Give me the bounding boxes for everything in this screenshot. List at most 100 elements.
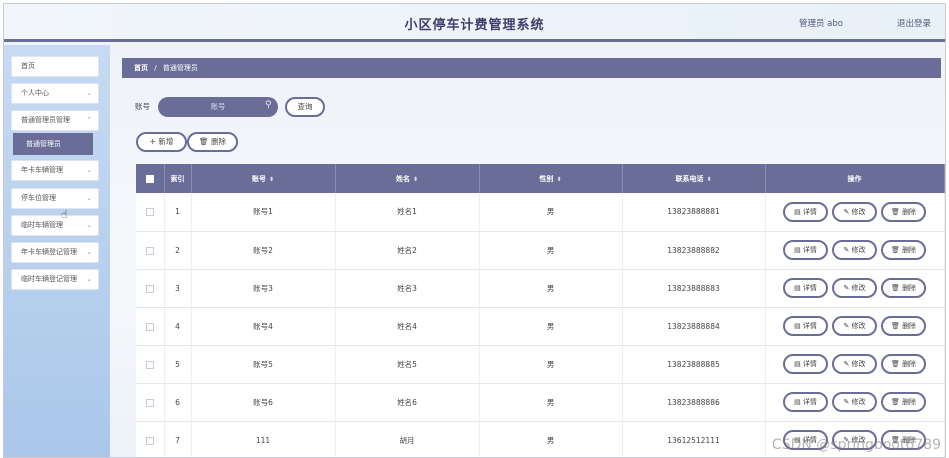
table-row: 2 账号2 姓名2 男 13823888882 ▤ 详情 ✎ 修改 🗑 删除 bbox=[136, 231, 945, 270]
cell-gender: 男 bbox=[479, 307, 623, 346]
pencil-icon: ✎ bbox=[843, 284, 850, 292]
row-checkbox[interactable] bbox=[136, 231, 165, 270]
chevron-down-icon: ⌄ bbox=[86, 248, 92, 256]
cell-account: 账号5 bbox=[191, 345, 336, 384]
edit-button[interactable]: ✎ 修改 bbox=[832, 316, 877, 336]
column-header-phone[interactable]: 联系电话 ⬍ bbox=[622, 164, 766, 193]
edit-label: 修改 bbox=[851, 284, 866, 292]
top-header: 小区停车计费管理系统 管理员 abo 退出登录 bbox=[4, 4, 945, 42]
row-checkbox[interactable] bbox=[136, 345, 165, 384]
sidebar-item-annual-vehicles[interactable]: 年卡车辆管理 ⌄ bbox=[11, 160, 99, 181]
sidebar-item-temp-registration[interactable]: 临时车辆登记管理 ⌄ bbox=[11, 269, 99, 290]
cell-account: 账号1 bbox=[191, 193, 336, 232]
trash-icon: 🗑 bbox=[890, 284, 900, 292]
sort-icon: ⬍ bbox=[706, 175, 712, 183]
sidebar-item-label: 停车位管理 bbox=[21, 194, 56, 202]
column-label: 姓名 bbox=[395, 174, 410, 183]
add-button[interactable]: + 新增 bbox=[136, 132, 187, 152]
detail-button[interactable]: ▤ 详情 bbox=[783, 316, 828, 336]
edit-button[interactable]: ✎ 修改 bbox=[832, 201, 877, 222]
sidebar-item-parking-spaces[interactable]: 停车位管理 ⌄ bbox=[11, 188, 99, 209]
cell-name: 姓名6 bbox=[335, 383, 480, 422]
search-button[interactable]: 查询 bbox=[285, 97, 325, 117]
edit-button[interactable]: ✎ 修改 bbox=[832, 392, 877, 412]
delete-label: 删除 bbox=[902, 284, 917, 292]
delete-button[interactable]: 🗑 删除 bbox=[881, 354, 926, 374]
sidebar: 首页 个人中心 ⌄ 普通管理员管理 ⌃ 普通管理员 年卡车辆管理 ⌄ 停车位管理 ⌄ 临… bbox=[4, 45, 110, 457]
row-checkbox[interactable] bbox=[136, 193, 165, 232]
chevron-down-icon: ⌄ bbox=[86, 194, 92, 202]
pencil-icon: ✎ bbox=[843, 246, 850, 254]
table-row: 4 账号4 姓名4 男 13823888884 ▤ 详情 ✎ 修改 🗑 删除 bbox=[136, 307, 945, 346]
app-window: 小区停车计费管理系统 管理员 abo 退出登录 首页 个人中心 ⌄ 普通管理员管理… bbox=[3, 3, 946, 458]
delete-button[interactable]: 🗑 删除 bbox=[881, 278, 926, 298]
edit-button[interactable]: ✎ 修改 bbox=[832, 240, 877, 260]
detail-button[interactable]: ▤ 详情 bbox=[783, 278, 828, 298]
row-checkbox[interactable] bbox=[136, 421, 165, 457]
cell-gender: 男 bbox=[479, 269, 623, 308]
trash-icon: 🗑 bbox=[890, 360, 900, 368]
delete-button[interactable]: 🗑 删除 bbox=[881, 316, 926, 336]
detail-button[interactable]: ▤ 详情 bbox=[783, 354, 828, 374]
delete-label: 删除 bbox=[902, 207, 917, 216]
cell-actions: ▤ 详情 ✎ 修改 🗑 删除 bbox=[765, 269, 945, 308]
cell-gender: 男 bbox=[479, 345, 623, 384]
detail-button[interactable]: ▤ 详情 bbox=[783, 392, 828, 412]
column-header-name[interactable]: 姓名 ⬍ bbox=[335, 164, 480, 193]
select-all-checkbox[interactable] bbox=[136, 164, 165, 193]
sidebar-subitem-admin[interactable]: 普通管理员 bbox=[13, 133, 93, 155]
column-label: 性别 bbox=[539, 174, 554, 183]
sidebar-item-label: 年卡车辆登记管理 bbox=[21, 248, 77, 256]
sidebar-item-home[interactable]: 首页 bbox=[11, 56, 99, 77]
cell-phone: 13612512111 bbox=[622, 421, 766, 457]
logout-link[interactable]: 退出登录 bbox=[897, 17, 931, 29]
cell-name: 姓名3 bbox=[335, 269, 480, 308]
cell-gender: 男 bbox=[479, 421, 623, 457]
delete-button[interactable]: 🗑 删除 bbox=[881, 240, 926, 260]
chevron-up-icon: ⌃ bbox=[86, 116, 92, 124]
cell-actions: ▤ 详情 ✎ 修改 🗑 删除 bbox=[765, 231, 945, 270]
detail-button[interactable]: ▤ 详情 bbox=[783, 240, 828, 260]
edit-label: 修改 bbox=[851, 398, 866, 406]
column-header-index: 索引 bbox=[164, 164, 192, 193]
breadcrumb-home[interactable]: 首页 bbox=[134, 64, 148, 72]
column-header-actions: 操作 bbox=[765, 164, 945, 193]
row-checkbox[interactable] bbox=[136, 307, 165, 346]
cell-actions: ▤ 详情 ✎ 修改 🗑 删除 bbox=[765, 383, 945, 422]
table-row: 3 账号3 姓名3 男 13823888883 ▤ 详情 ✎ 修改 🗑 删除 bbox=[136, 269, 945, 308]
delete-label: 删除 bbox=[902, 246, 917, 254]
delete-label: 删除 bbox=[902, 322, 917, 330]
delete-button[interactable]: 🗑 删除 bbox=[881, 392, 926, 412]
cell-name: 姓名2 bbox=[335, 231, 480, 270]
row-checkbox[interactable] bbox=[136, 269, 165, 308]
edit-label: 修改 bbox=[851, 322, 866, 330]
edit-label: 修改 bbox=[851, 246, 866, 254]
sidebar-item-temp-vehicles[interactable]: 临时车辆管理 ⌄ bbox=[11, 215, 99, 236]
mouse-cursor-icon: ☝ bbox=[61, 208, 68, 221]
delete-button[interactable]: 🗑 删除 bbox=[881, 201, 926, 222]
sidebar-item-label: 普通管理员 bbox=[26, 140, 61, 148]
search-icon: ⚲ bbox=[265, 100, 272, 110]
row-checkbox[interactable] bbox=[136, 383, 165, 422]
cell-account: 账号2 bbox=[191, 231, 336, 270]
sidebar-item-admin-management[interactable]: 普通管理员管理 ⌃ bbox=[11, 110, 99, 131]
edit-button[interactable]: ✎ 修改 bbox=[832, 354, 877, 374]
main-content: 首页 / 普通管理员 账号 账号 ⚲ 查询 + 新增 🗑 删除 索引 账号 ⬍ 姓… bbox=[110, 45, 945, 457]
document-icon: ▤ bbox=[794, 246, 801, 254]
trash-icon: 🗑 bbox=[890, 207, 900, 216]
chevron-down-icon: ⌄ bbox=[86, 221, 92, 229]
sidebar-item-annual-registration[interactable]: 年卡车辆登记管理 ⌄ bbox=[11, 242, 99, 263]
cell-index: 6 bbox=[164, 383, 192, 422]
search-input[interactable]: 账号 bbox=[158, 97, 278, 117]
edit-button[interactable]: ✎ 修改 bbox=[832, 278, 877, 298]
sidebar-item-profile[interactable]: 个人中心 ⌄ bbox=[11, 83, 99, 104]
cell-gender: 男 bbox=[479, 193, 623, 232]
batch-delete-button[interactable]: 🗑 删除 bbox=[187, 132, 238, 152]
detail-button[interactable]: ▤ 详情 bbox=[783, 201, 828, 222]
column-header-gender[interactable]: 性别 ⬍ bbox=[479, 164, 623, 193]
column-header-account[interactable]: 账号 ⬍ bbox=[191, 164, 336, 193]
cell-index: 4 bbox=[164, 307, 192, 346]
sort-icon: ⬍ bbox=[556, 175, 562, 183]
pencil-icon: ✎ bbox=[843, 207, 850, 216]
document-icon: ▤ bbox=[794, 398, 801, 406]
